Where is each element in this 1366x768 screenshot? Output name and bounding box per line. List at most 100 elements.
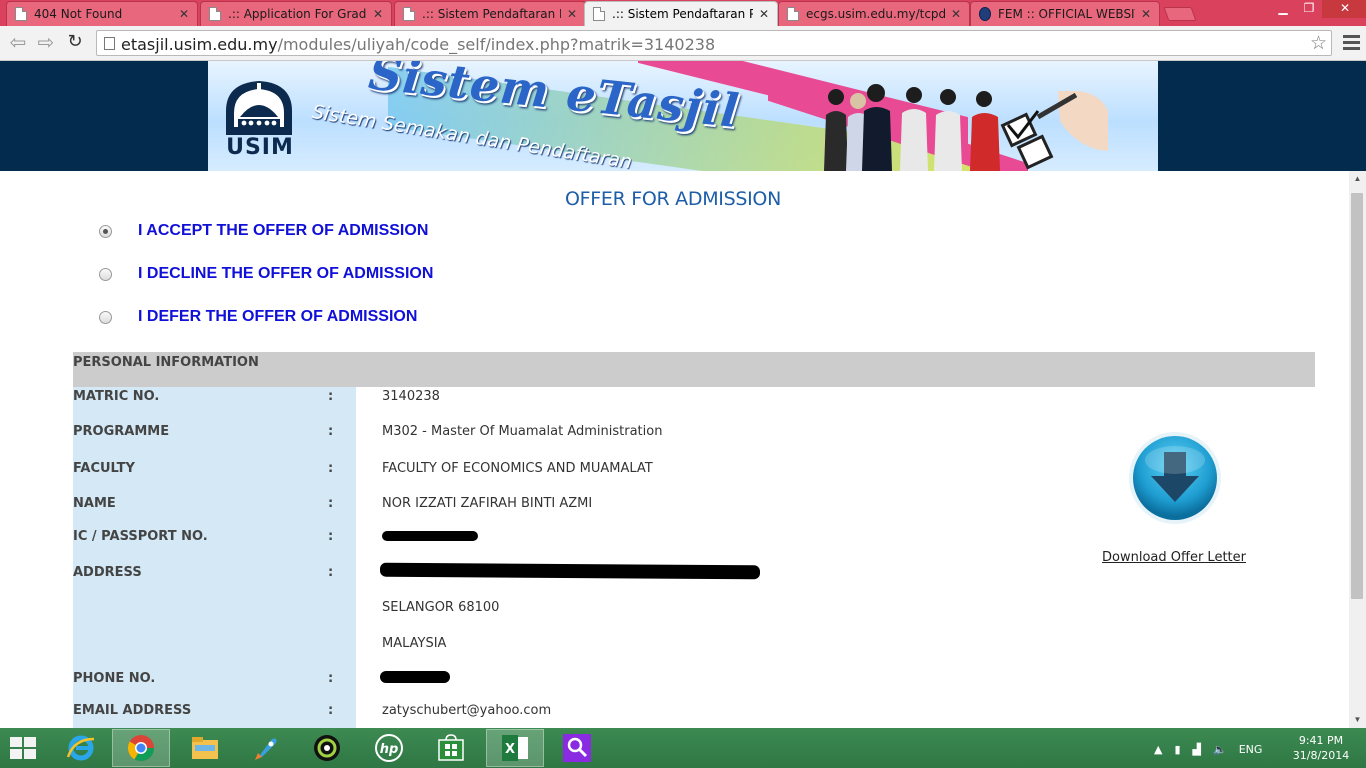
- separator-colon: :: [328, 703, 334, 718]
- tab-sistem-pendaftaran-1[interactable]: .:: Sistem Pendaftaran Pela ✕: [394, 1, 586, 26]
- close-icon[interactable]: ✕: [177, 7, 191, 21]
- tab-title: ecgs.usim.edu.my/tcpdf/:: [806, 7, 945, 21]
- browser-tab-strip: 404 Not Found ✕ .:: Application For Grad…: [0, 0, 1366, 26]
- accept-offer-option[interactable]: I ACCEPT THE OFFER OF ADMISSION: [99, 221, 428, 241]
- faculty-value: FACULTY OF ECONOMICS AND MUAMALAT: [382, 461, 653, 476]
- url-host: etasjil.usim.edu.my: [121, 35, 278, 54]
- page-scrollbar[interactable]: ▲ ▼: [1349, 171, 1366, 728]
- accept-offer-radio[interactable]: [99, 224, 112, 238]
- address-line-2: SELANGOR 68100: [382, 600, 500, 615]
- page-icon: [104, 37, 115, 50]
- personal-information-header: PERSONAL INFORMATION: [73, 352, 1315, 387]
- decline-offer-radio[interactable]: [99, 267, 112, 281]
- hp-icon[interactable]: hp: [360, 729, 418, 767]
- system-tray: ▲ ▮ ▟ 🔈 ENG: [1154, 740, 1262, 758]
- power-icon[interactable]: ▮: [1174, 743, 1180, 756]
- tab-title: .:: Application For Graduat: [228, 7, 367, 21]
- bookmark-star-icon[interactable]: ☆: [1310, 32, 1327, 55]
- page-icon: [15, 7, 27, 21]
- defer-offer-radio[interactable]: [99, 310, 112, 324]
- students-photo-image: [824, 84, 1000, 171]
- name-label: NAME: [73, 496, 116, 511]
- name-value: NOR IZZATI ZAFIRAH BINTI AZMI: [382, 496, 593, 511]
- rocket-app-icon[interactable]: [238, 729, 296, 767]
- clock-date: 31/8/2014: [1292, 749, 1350, 762]
- close-icon[interactable]: ✕: [1139, 7, 1153, 21]
- language-indicator[interactable]: ENG: [1239, 743, 1263, 756]
- media-player-icon[interactable]: [298, 729, 356, 767]
- tab-title: .:: Sistem Pendaftaran Pela: [612, 7, 753, 21]
- forward-arrow-icon[interactable]: ⇨: [34, 31, 58, 55]
- scroll-up-icon[interactable]: ▲: [1349, 171, 1366, 187]
- etasjil-banner: USIM Sistem eTasjil Sistem Semakan dan P…: [208, 61, 1158, 171]
- separator-colon: :: [328, 565, 334, 580]
- browser-toolbar: ⇦ ⇨ ↻ etasjil.usim.edu.my/modules/uliyah…: [0, 26, 1366, 61]
- decline-offer-option[interactable]: I DECLINE THE OFFER OF ADMISSION: [99, 264, 433, 284]
- download-offer-letter-link[interactable]: Download Offer Letter: [1074, 550, 1274, 565]
- defer-offer-label[interactable]: I DEFER THE OFFER OF ADMISSION: [138, 308, 417, 326]
- page-icon: [209, 7, 221, 21]
- page-viewport: USIM Sistem eTasjil Sistem Semakan dan P…: [0, 61, 1366, 728]
- tab-application-for-graduate[interactable]: .:: Application For Graduat ✕: [200, 1, 392, 26]
- defer-offer-option[interactable]: I DEFER THE OFFER OF ADMISSION: [99, 307, 417, 327]
- back-arrow-icon[interactable]: ⇦: [6, 31, 30, 55]
- section-title: PERSONAL INFORMATION: [73, 355, 259, 370]
- download-icon[interactable]: [1127, 430, 1223, 526]
- page-title: OFFER FOR ADMISSION: [564, 188, 781, 210]
- redacted-ic-number: [382, 531, 478, 541]
- minimize-icon[interactable]: ▁: [1270, 0, 1296, 18]
- volume-icon[interactable]: 🔈: [1213, 743, 1227, 756]
- browser-menu-icon[interactable]: [1343, 35, 1360, 51]
- accept-offer-label[interactable]: I ACCEPT THE OFFER OF ADMISSION: [138, 222, 428, 240]
- matric-value: 3140238: [382, 389, 440, 404]
- url-text[interactable]: etasjil.usim.edu.my/modules/uliyah/code_…: [121, 35, 715, 54]
- close-icon[interactable]: ✕: [949, 7, 963, 21]
- internet-explorer-icon[interactable]: [52, 729, 110, 767]
- window-close-icon[interactable]: ✕: [1322, 0, 1366, 18]
- scrollbar-thumb[interactable]: [1351, 193, 1363, 599]
- tab-sistem-pendaftaran-active[interactable]: .:: Sistem Pendaftaran Pela ✕: [584, 1, 778, 26]
- matric-label: MATRIC NO.: [73, 389, 160, 404]
- programme-label: PROGRAMME: [73, 424, 170, 439]
- scroll-down-icon[interactable]: ▼: [1349, 712, 1366, 728]
- excel-icon[interactable]: X: [486, 729, 544, 767]
- chrome-icon[interactable]: [112, 729, 170, 767]
- tab-ecgs-tcpdf[interactable]: ecgs.usim.edu.my/tcpdf/: ✕: [778, 1, 970, 26]
- address-bar[interactable]: etasjil.usim.edu.my/modules/uliyah/code_…: [96, 30, 1332, 56]
- show-hidden-icons-icon[interactable]: ▲: [1154, 743, 1162, 756]
- close-icon[interactable]: ✕: [371, 7, 385, 21]
- search-app-icon[interactable]: [548, 729, 606, 767]
- email-value: zatyschubert@yahoo.com: [382, 703, 552, 718]
- tab-fem-official-website[interactable]: FEM :: OFFICIAL WEBSITE ✕: [970, 1, 1160, 26]
- new-tab-button[interactable]: [1163, 7, 1197, 21]
- separator-colon: :: [328, 671, 334, 686]
- close-icon[interactable]: ✕: [565, 7, 579, 21]
- close-icon[interactable]: ✕: [757, 7, 771, 21]
- file-explorer-icon[interactable]: [176, 729, 234, 767]
- address-label: ADDRESS: [73, 565, 142, 580]
- programme-value: M302 - Master Of Muamalat Administration: [382, 424, 663, 439]
- windows-taskbar: hp X ▲ ▮ ▟ 🔈 ENG 9:41 PM 31/8/2014: [0, 728, 1366, 768]
- page-icon: [403, 7, 415, 21]
- site-logo-icon: [979, 7, 991, 21]
- separator-colon: :: [328, 461, 334, 476]
- faculty-label: FACULTY: [73, 461, 135, 476]
- email-label: EMAIL ADDRESS: [73, 703, 192, 718]
- svg-text:X: X: [505, 742, 515, 757]
- tab-title: 404 Not Found: [34, 7, 123, 21]
- clock[interactable]: 9:41 PM 31/8/2014: [1286, 733, 1356, 763]
- reload-icon[interactable]: ↻: [63, 31, 87, 55]
- tab-404-not-found[interactable]: 404 Not Found ✕: [6, 1, 198, 26]
- restore-icon[interactable]: ❐: [1296, 0, 1322, 18]
- separator-colon: :: [328, 389, 334, 404]
- address-line-3: MALAYSIA: [382, 636, 447, 651]
- tab-title: FEM :: OFFICIAL WEBSITE: [998, 7, 1135, 21]
- svg-text:hp: hp: [380, 742, 399, 757]
- usim-logo-text: USIM: [226, 135, 294, 160]
- window-controls: ▁ ❐ ✕: [1270, 0, 1366, 20]
- windows-store-icon[interactable]: [422, 729, 480, 767]
- signal-icon[interactable]: ▟: [1193, 743, 1201, 756]
- page-icon: [593, 7, 605, 21]
- decline-offer-label[interactable]: I DECLINE THE OFFER OF ADMISSION: [138, 265, 433, 283]
- windows-start-icon[interactable]: [10, 737, 38, 761]
